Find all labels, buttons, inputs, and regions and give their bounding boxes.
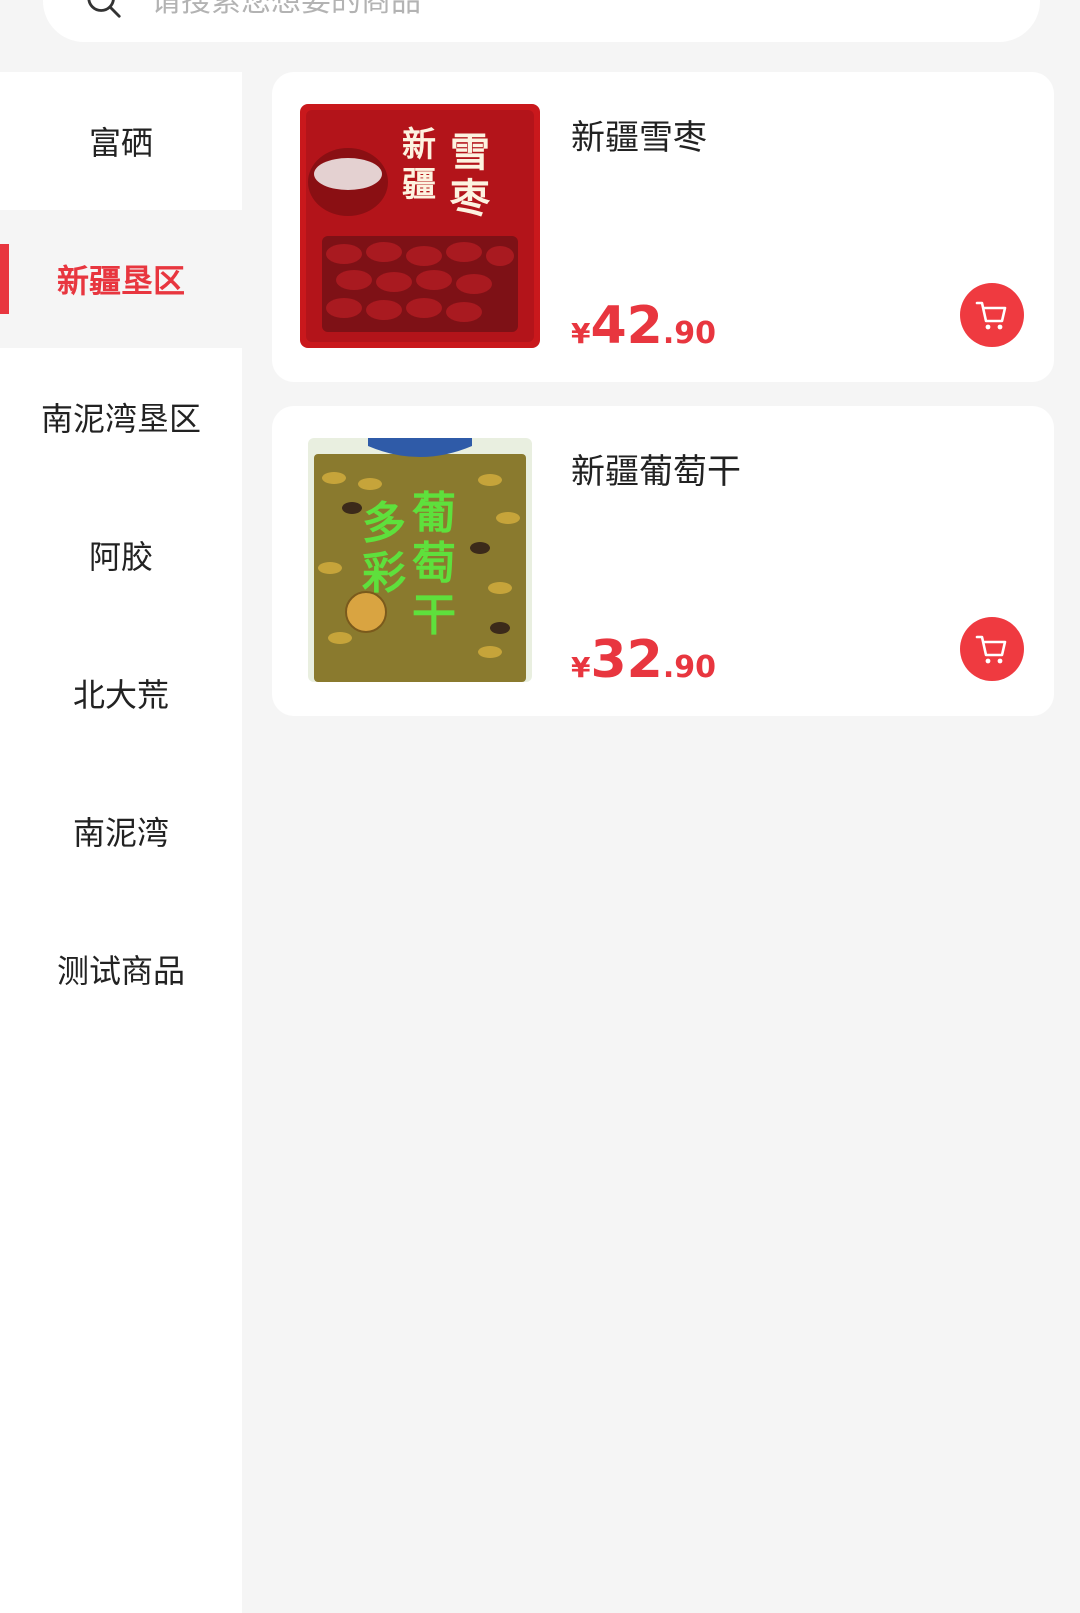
cart-icon: [975, 301, 1007, 330]
price-decimal: .90: [662, 650, 717, 685]
sidebar-item-label: 测试商品: [56, 952, 185, 990]
product-price: ¥32.90: [571, 630, 716, 690]
sidebar-item-label: 阿胶: [88, 538, 153, 576]
sidebar-item-test[interactable]: 测试商品: [0, 900, 242, 1038]
sidebar-item-label: 南泥湾垦区: [40, 400, 201, 438]
sidebar-item-nanniwan[interactable]: 南泥湾: [0, 762, 242, 900]
sidebar-item-ejiao[interactable]: 阿胶: [0, 486, 242, 624]
cart-icon: [975, 635, 1007, 664]
sidebar-item-beidahuang[interactable]: 北大荒: [0, 624, 242, 762]
search-input[interactable]: [149, 0, 849, 20]
sidebar-item-fuxi[interactable]: 富硒: [0, 72, 242, 210]
sidebar-item-label: 富硒: [88, 124, 153, 162]
price-decimal: .90: [662, 316, 717, 351]
product-list: 新 疆 雪 枣 新疆雪枣 ¥42.90 多 彩 葡 萄 干 新疆葡萄干 ¥32.…: [272, 72, 1054, 740]
price-symbol: ¥: [571, 317, 591, 350]
price-integer: 32: [590, 630, 663, 690]
search-bar[interactable]: [43, 0, 1040, 42]
image-text: 新: [402, 125, 436, 165]
image-text: 萄: [412, 538, 456, 589]
sidebar-item-nanniwan-kenqu[interactable]: 南泥湾垦区: [0, 348, 242, 486]
add-to-cart-button[interactable]: [960, 617, 1024, 681]
sidebar-item-label: 北大荒: [72, 676, 169, 714]
sidebar-item-label: 南泥湾: [72, 814, 169, 852]
search-icon: [87, 0, 121, 18]
product-card[interactable]: 新 疆 雪 枣 新疆雪枣 ¥42.90: [272, 72, 1054, 382]
product-price: ¥42.90: [571, 296, 716, 356]
price-symbol: ¥: [571, 651, 591, 684]
image-text: 葡: [412, 488, 456, 539]
product-image-red-dates[interactable]: 新 疆 雪 枣: [300, 104, 540, 348]
sidebar-item-label: 新疆垦区: [56, 262, 185, 300]
product-name[interactable]: 新疆葡萄干: [571, 444, 741, 493]
add-to-cart-button[interactable]: [960, 283, 1024, 347]
price-integer: 42: [590, 296, 663, 356]
product-image-raisins[interactable]: 多 彩 葡 萄 干: [300, 438, 540, 682]
sidebar-item-xinjiang[interactable]: 新疆垦区: [0, 210, 242, 348]
category-sidebar: 富硒 新疆垦区 南泥湾垦区 阿胶 北大荒 南泥湾 测试商品: [0, 72, 242, 1613]
image-text: 枣: [449, 176, 491, 222]
image-text: 多: [362, 498, 406, 549]
image-text: 干: [412, 590, 456, 641]
product-card[interactable]: 多 彩 葡 萄 干 新疆葡萄干 ¥32.90: [272, 406, 1054, 716]
product-name[interactable]: 新疆雪枣: [571, 110, 707, 159]
image-text: 雪: [450, 130, 490, 176]
image-text: 疆: [402, 165, 436, 205]
